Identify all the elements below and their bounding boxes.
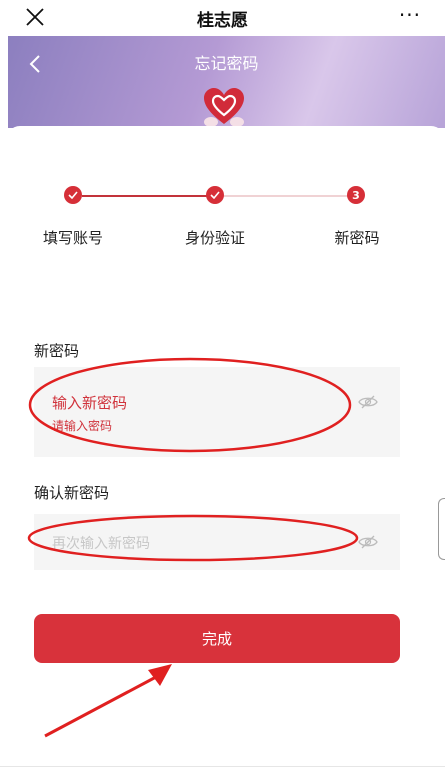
side-drawer-handle[interactable] — [438, 498, 445, 560]
step-2-label: 身份验证 — [184, 229, 245, 247]
step-1-check-icon — [64, 186, 82, 204]
new-password-input[interactable]: 输入新密码 — [52, 392, 127, 413]
step-2-check-icon — [206, 186, 224, 204]
step-connector-done — [82, 195, 212, 197]
progress-stepper: 3 填写账号 身份验证 新密码 — [0, 0, 445, 260]
step-3-number: 3 — [347, 186, 365, 204]
confirm-password-input[interactable]: 再次输入新密码 — [52, 533, 150, 553]
submit-button[interactable]: 完成 — [34, 614, 400, 663]
new-password-error: 请输入密码 — [52, 419, 113, 433]
step-connector-pending — [222, 195, 350, 197]
confirm-password-field[interactable]: 再次输入新密码 — [34, 514, 400, 570]
confirm-password-label: 确认新密码 — [34, 484, 110, 502]
new-password-label: 新密码 — [34, 342, 80, 360]
new-password-field[interactable]: 输入新密码 请输入密码 — [34, 367, 400, 457]
bottom-divider — [0, 766, 445, 767]
eye-off-icon[interactable] — [358, 395, 378, 409]
step-3-label: 新密码 — [334, 229, 380, 247]
step-1-label: 填写账号 — [42, 229, 103, 247]
eye-off-icon[interactable] — [358, 535, 378, 549]
